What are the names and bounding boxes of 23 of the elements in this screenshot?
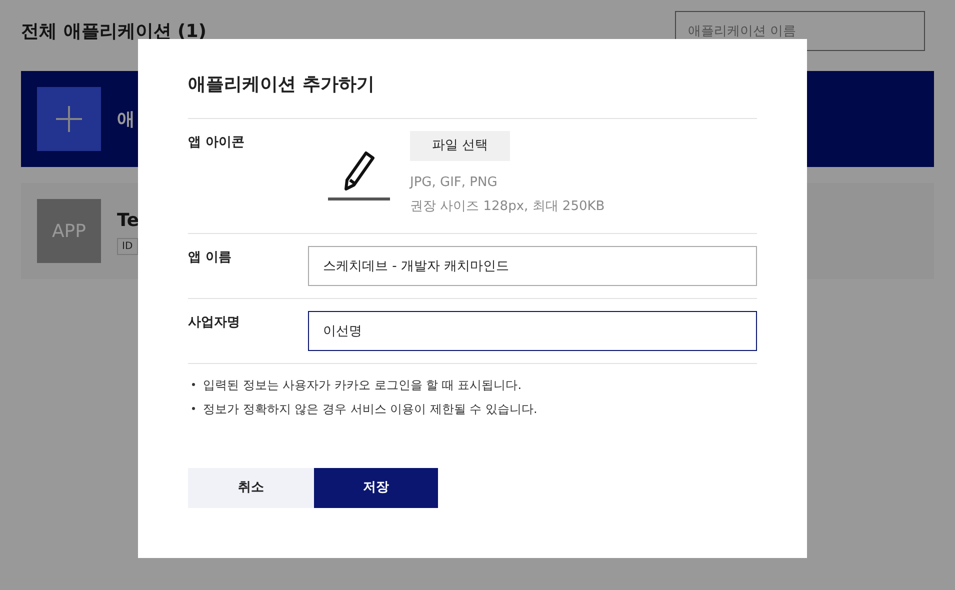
- dialog-title: 애플리케이션 추가하기: [188, 71, 757, 119]
- save-button[interactable]: 저장: [314, 468, 438, 508]
- note-text: 정보가 정확하지 않은 경우 서비스 이용이 제한될 수 있습니다.: [203, 401, 538, 418]
- app-id-badge: ID: [117, 238, 138, 255]
- input-field[interactable]: 스케치데브 - 개발자 캐치마인드: [308, 246, 757, 286]
- field-label: 앱 아이콘: [188, 134, 246, 152]
- app-name: Te: [117, 209, 140, 233]
- cancel-button[interactable]: 취소: [188, 468, 314, 508]
- file-format-hint: JPG, GIF, PNG: [410, 174, 498, 192]
- bullet-icon: [192, 407, 195, 410]
- note-text: 입력된 정보는 사용자가 카카오 로그인을 할 때 표시됩니다.: [203, 377, 522, 394]
- field-label: 사업자명: [188, 314, 241, 332]
- app-thumbnail: APP: [37, 199, 101, 263]
- page-title: 전체 애플리케이션 (1): [21, 20, 207, 44]
- plus-icon: [56, 106, 82, 132]
- file-select-button[interactable]: 파일 선택: [410, 131, 510, 161]
- file-size-hint: 권장 사이즈 128px, 최대 250KB: [410, 198, 605, 216]
- pencil-icon: [328, 149, 390, 201]
- search-field[interactable]: 애플리케이션 이름: [675, 11, 925, 51]
- banner-label: 애: [117, 108, 135, 132]
- field-label: 앱 이름: [188, 249, 233, 267]
- input-field[interactable]: 이선명: [308, 311, 757, 351]
- bullet-icon: [192, 383, 195, 386]
